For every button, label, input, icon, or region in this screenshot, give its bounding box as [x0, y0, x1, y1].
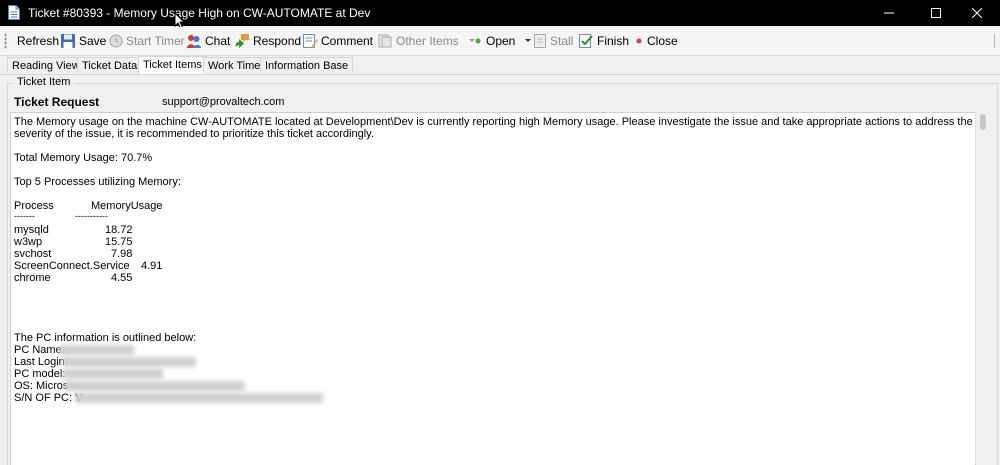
- request-title: Ticket Request: [14, 95, 100, 109]
- header-underline: -------: [14, 211, 35, 221]
- stall-button[interactable]: Stall: [533, 27, 573, 55]
- chat-button[interactable]: Chat: [186, 27, 230, 55]
- close-window-button[interactable]: [954, 0, 1000, 26]
- open-label: Open: [486, 34, 516, 48]
- process-value: 15.75: [105, 236, 133, 248]
- request-email: support@provaltech.com: [162, 96, 285, 108]
- stall-label: Stall: [550, 34, 574, 48]
- start-timer-label: Start Timer: [126, 34, 185, 48]
- body-line: The Memory usage on the machine CW-AUTOM…: [14, 116, 976, 128]
- group-label: Ticket Item: [13, 76, 75, 88]
- process-name: w3wp: [14, 236, 43, 248]
- close-label: Close: [647, 34, 678, 48]
- refresh-button[interactable]: Refresh: [17, 27, 59, 55]
- process-value: 4.91: [141, 260, 163, 272]
- ticket-body-text[interactable]: The Memory usage on the machine CW-AUTOM…: [10, 112, 976, 465]
- toolbar-end-divider: [994, 34, 997, 48]
- respond-icon: [235, 34, 249, 48]
- pc-name-label: PC Name:: [14, 344, 65, 356]
- pc-model-label: PC model:: [14, 368, 66, 380]
- floppy-disk-icon: [61, 34, 75, 48]
- tab-ticket-data[interactable]: Ticket Data: [77, 57, 143, 73]
- comment-icon: [303, 34, 318, 48]
- header-underline: -----------: [75, 211, 108, 221]
- timer-icon: [109, 34, 123, 48]
- other-items-icon: [378, 34, 392, 48]
- minimize-icon: [884, 12, 894, 14]
- document-icon: [8, 5, 20, 20]
- body-line: severity of the issue, it is recommended…: [14, 128, 374, 140]
- comment-button[interactable]: Comment: [302, 27, 373, 55]
- finish-button[interactable]: Finish: [578, 27, 629, 55]
- tab-work-time[interactable]: Work Time: [203, 57, 266, 73]
- save-button[interactable]: Save: [60, 27, 106, 55]
- process-name: svchost: [14, 248, 52, 260]
- toolbar-grip[interactable]: [4, 33, 7, 49]
- total-memory-line: Total Memory Usage: 70.7%: [14, 152, 153, 164]
- process-name: chrome: [14, 272, 51, 284]
- tab-strip: Reading View Ticket Data Ticket Items Wo…: [0, 56, 1000, 74]
- chat-label: Chat: [205, 34, 231, 48]
- red-dot-icon: [636, 38, 642, 44]
- process-value: 4.55: [111, 272, 133, 284]
- chat-icon: [187, 35, 201, 48]
- vertical-scrollbar[interactable]: [975, 112, 992, 464]
- process-value: 18.72: [105, 224, 133, 236]
- redacted-serial-number: [75, 393, 323, 403]
- tab-reading-view[interactable]: Reading View: [7, 57, 85, 73]
- green-dot-icon: [475, 38, 481, 44]
- process-name: ScreenConnect.Service: [14, 260, 130, 272]
- start-timer-button[interactable]: Start Timer: [109, 27, 185, 55]
- os-label: OS: Micros: [14, 380, 69, 392]
- respond-button[interactable]: Respond: [234, 27, 301, 55]
- process-value: 7.98: [111, 248, 133, 260]
- window-title: Ticket #80393 - Memory Usage High on CW-…: [28, 6, 371, 20]
- redacted-last-login: [63, 357, 196, 367]
- redacted-os: [65, 381, 245, 391]
- redacted-pc-name: [59, 345, 134, 355]
- tab-information-base[interactable]: Information Base: [260, 57, 354, 73]
- last-login-label: Last Login:: [14, 356, 68, 368]
- other-items-label: Other Items: [396, 34, 459, 48]
- process-name: mysqld: [14, 224, 49, 236]
- pc-info-intro: The PC information is outlined below:: [14, 332, 197, 344]
- finish-icon: [579, 34, 593, 48]
- finish-label: Finish: [597, 34, 630, 48]
- respond-label: Respond: [253, 34, 302, 48]
- dropdown-arrow-icon: [525, 39, 532, 42]
- top5-heading: Top 5 Processes utilizing Memory:: [14, 176, 181, 188]
- close-ticket-button[interactable]: Close: [634, 27, 678, 55]
- title-bar: Ticket #80393 - Memory Usage High on CW-…: [0, 0, 1000, 26]
- stall-icon: [534, 34, 546, 48]
- redacted-pc-model: [63, 369, 163, 379]
- open-dropdown[interactable]: Open: [473, 27, 532, 55]
- comment-label: Comment: [321, 34, 374, 48]
- maximize-button[interactable]: [913, 0, 959, 26]
- tab-ticket-items[interactable]: Ticket Items: [138, 56, 207, 74]
- save-label: Save: [79, 34, 107, 48]
- maximize-icon: [931, 8, 941, 18]
- refresh-label: Refresh: [17, 34, 60, 48]
- ticket-items-panel: Ticket Item Ticket Request support@prova…: [0, 74, 1000, 465]
- close-icon: [972, 8, 982, 18]
- scrollbar-thumb[interactable]: [980, 114, 986, 130]
- minimize-button[interactable]: [866, 0, 912, 26]
- serial-number-label: S/N OF PC: V: [14, 392, 83, 404]
- other-items-dropdown[interactable]: Other Items: [377, 27, 476, 55]
- toolbar: Refresh Save Start Timer Chat Respond Co…: [0, 27, 1000, 56]
